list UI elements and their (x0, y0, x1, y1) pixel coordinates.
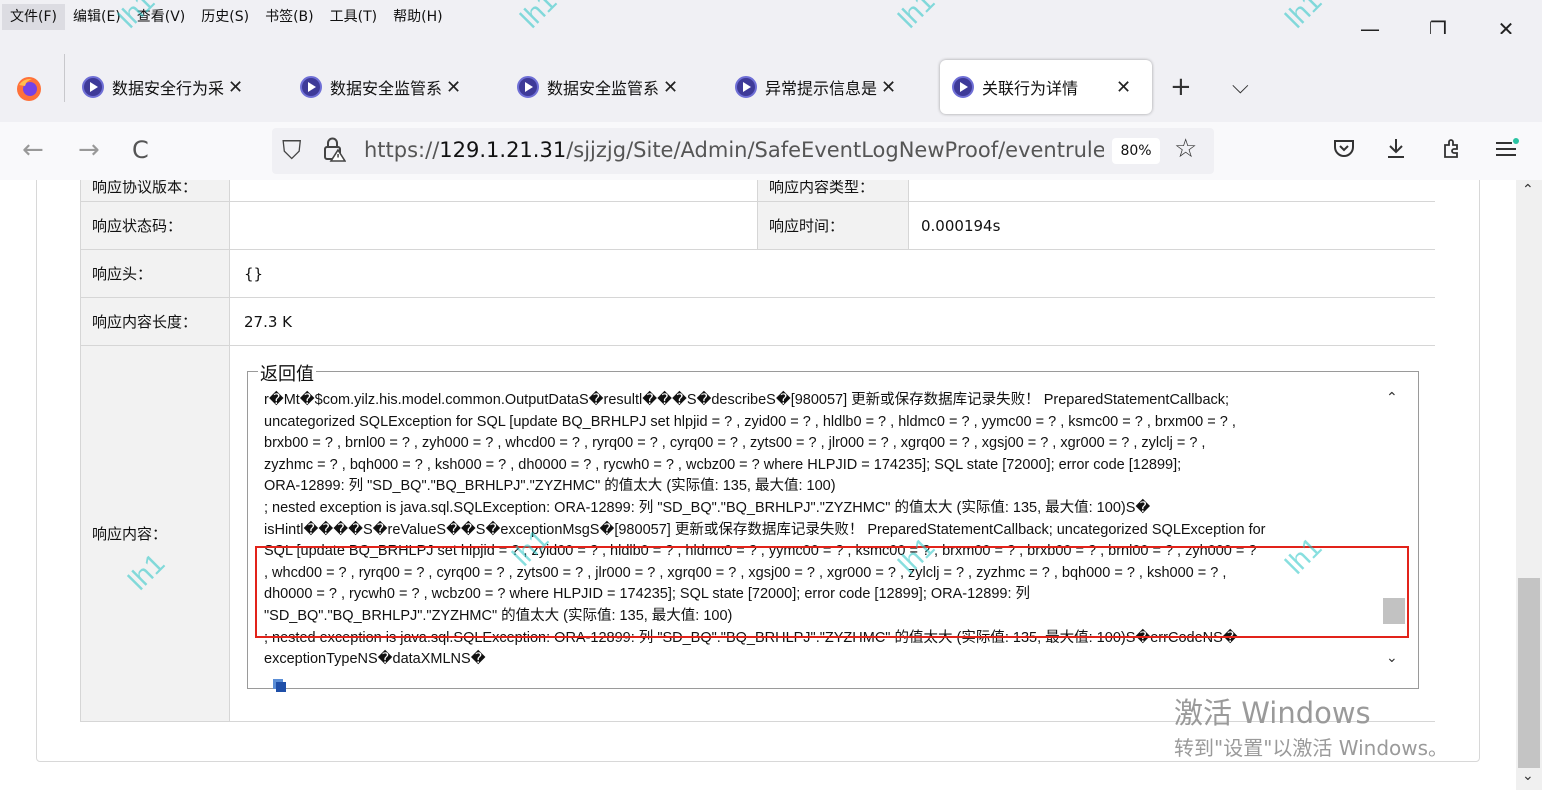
reload-button[interactable]: C (132, 134, 149, 166)
scroll-up-icon[interactable]: ⌃ (1522, 182, 1534, 198)
lock-warning-icon[interactable] (322, 136, 346, 162)
bookmark-star-icon[interactable]: ☆ (1174, 134, 1197, 164)
response-line: exceptionTypeNS�dataXMLNS� (264, 651, 486, 668)
scroll-down-icon[interactable]: ⌄ (1386, 650, 1398, 666)
scroll-down-icon[interactable]: ⌄ (1522, 768, 1534, 784)
menu-file[interactable]: 文件(F) (2, 4, 65, 30)
tab-monitor-system-2[interactable]: 数据安全监管系 ✕ (517, 60, 707, 114)
response-content-label: 响应内容： (80, 346, 230, 721)
close-tab-icon[interactable]: ✕ (228, 77, 243, 98)
tab-title: 关联行为详情 (982, 79, 1079, 98)
response-line: ; nested exception is java.sql.SQLExcept… (264, 499, 1151, 516)
navigation-bar: ← → C ⛉ https://129.1.21.31/sjjzjg/Site/… (0, 122, 1542, 180)
pocket-icon[interactable] (1332, 136, 1356, 160)
extensions-icon[interactable] (1440, 136, 1464, 160)
menu-help[interactable]: 帮助(H) (385, 4, 450, 30)
tab-title: 数据安全监管系 (547, 79, 660, 98)
shield-icon[interactable]: ⛉ (282, 136, 302, 167)
windows-activation-hint: 转到"设置"以激活 Windows。 (1174, 736, 1449, 760)
response-time-label: 响应时间： (757, 202, 909, 249)
site-favicon-icon (300, 76, 322, 98)
close-tab-icon[interactable]: ✕ (881, 77, 896, 98)
table-row: 响应状态码： 响应时间： 0.000194s (80, 202, 1435, 250)
url-bar[interactable]: ⛉ https://129.1.21.31/sjjzjg/Site/Admin/… (272, 128, 1214, 174)
response-line: brxb00 = ? , brnl00 = ? , zyh000 = ? , w… (264, 435, 1206, 452)
tab-exception-info[interactable]: 异常提示信息是 ✕ (735, 60, 925, 114)
new-tab-button[interactable]: + (1170, 72, 1192, 102)
url-path: /sjjzjg/Site/Admin/SafeEventLogNewProof/… (566, 138, 1104, 162)
table-row: 响应协议版本： 响应内容类型： (80, 180, 1435, 202)
response-line: uncategorized SQLException for SQL [upda… (264, 413, 1236, 430)
close-tab-icon[interactable]: ✕ (663, 77, 678, 98)
scroll-up-icon[interactable]: ⌃ (1386, 390, 1398, 406)
url-host: 129.1.21.31 (439, 138, 567, 162)
table-row: 响应头： {} (80, 250, 1435, 298)
forward-button[interactable]: → (78, 134, 100, 166)
close-tab-icon[interactable]: ✕ (446, 77, 461, 98)
tab-title: 异常提示信息是 (765, 79, 878, 98)
highlight-box (255, 546, 1409, 638)
site-favicon-icon (952, 76, 974, 98)
headers-label: 响应头： (80, 250, 230, 297)
response-time-value: 0.000194s (921, 216, 1001, 235)
field-label: 响应内容类型： (757, 180, 909, 201)
site-favicon-icon (735, 76, 757, 98)
headers-value: {} (244, 264, 264, 283)
tab-title: 数据安全监管系 (330, 79, 443, 98)
field-label: 响应协议版本： (80, 180, 230, 201)
back-button[interactable]: ← (22, 134, 44, 166)
close-tab-icon[interactable]: ✕ (1116, 77, 1131, 98)
response-line: isHintl����S�reValueS��S�exceptionMsgS�[… (264, 521, 1266, 538)
download-icon[interactable] (1384, 136, 1408, 160)
response-line: r�Mt�$com.yilz.his.model.common.OutputDa… (264, 392, 1230, 408)
tab-monitor-system-1[interactable]: 数据安全监管系 ✕ (300, 60, 490, 114)
list-all-tabs-button[interactable]: ⌵ (1232, 74, 1249, 99)
content-length-value: 27.3 K (244, 312, 293, 331)
zoom-level-button[interactable]: 80% (1112, 138, 1160, 164)
menu-tools[interactable]: 工具(T) (322, 4, 385, 30)
tab-behavior-collect[interactable]: 数据安全行为采 ✕ (82, 60, 272, 114)
tab-divider (64, 54, 65, 102)
response-line: ORA-12899: 列 "SD_BQ"."BQ_BRHLPJ"."ZYZHMC… (264, 478, 836, 495)
copy-icon[interactable] (272, 678, 288, 694)
content-length-label: 响应内容长度： (80, 298, 230, 345)
page-scrollbar[interactable]: ⌃ ⌄ (1516, 180, 1542, 790)
url-scheme: https:// (364, 138, 440, 162)
table-row: 响应内容长度： 27.3 K (80, 298, 1435, 346)
return-value-legend: 返回值 (258, 360, 316, 386)
site-favicon-icon (517, 76, 539, 98)
app-menu-icon[interactable] (1494, 136, 1520, 160)
tab-bar: 数据安全行为采 ✕ 数据安全监管系 ✕ 数据安全监管系 ✕ 异常提示信息是 ✕ … (0, 34, 1542, 122)
menu-history[interactable]: 历史(S) (193, 4, 257, 30)
site-favicon-icon (82, 76, 104, 98)
firefox-logo-icon[interactable] (16, 76, 42, 102)
response-line: zyzhmc = ? , bqh000 = ? , ksh000 = ? , d… (264, 456, 1182, 473)
page-content: 响应协议版本： 响应内容类型： 响应状态码： 响应时间： 0.000194s 响… (0, 180, 1542, 790)
windows-activation-title: 激活 Windows (1174, 696, 1371, 730)
tab-related-behavior-detail[interactable]: 关联行为详情 ✕ (940, 60, 1152, 114)
menu-bookmarks[interactable]: 书签(B) (257, 4, 322, 30)
url-text[interactable]: https://129.1.21.31/sjjzjg/Site/Admin/Sa… (364, 138, 1104, 162)
tab-title: 数据安全行为采 (112, 79, 225, 98)
page-scroll-thumb[interactable] (1518, 578, 1540, 768)
status-code-label: 响应状态码： (80, 202, 230, 249)
